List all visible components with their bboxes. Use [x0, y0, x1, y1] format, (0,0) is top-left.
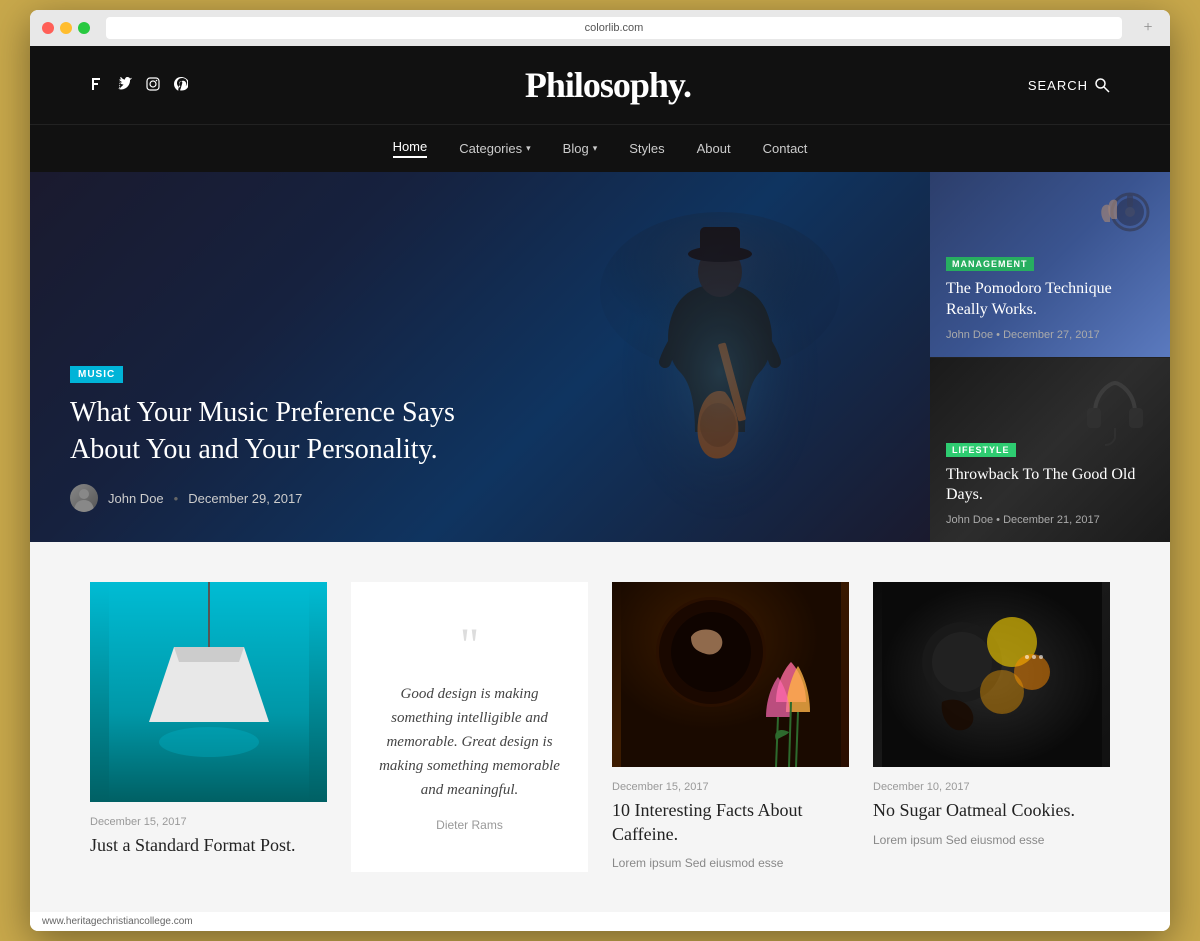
site-title: Philosophy.	[525, 64, 691, 106]
lamp-image	[90, 582, 327, 802]
post-cookies[interactable]: December 10, 2017 No Sugar Oatmeal Cooki…	[873, 582, 1110, 872]
sidebar-card-pomodoro[interactable]: MANAGEMENT The Pomodoro Technique Really…	[930, 172, 1170, 358]
quote-text: Good design is making something intellig…	[371, 682, 568, 802]
hero-date: December 29, 2017	[188, 491, 302, 506]
pomodoro-title: The Pomodoro Technique Really Works.	[946, 279, 1154, 321]
site-nav: Home Categories ▾ Blog ▾ Styles About Co…	[30, 124, 1170, 172]
pomodoro-date: December 27, 2017	[1003, 329, 1100, 341]
sidebar-card-throwback[interactable]: LIFESTYLE Throwback To The Good Old Days…	[930, 358, 1170, 543]
post-quote: " Good design is making something intell…	[351, 582, 588, 872]
nav-home[interactable]: Home	[393, 139, 428, 158]
throwback-date: December 21, 2017	[1003, 514, 1100, 526]
throwback-author: John Doe	[946, 514, 993, 526]
lamp-post-title: Just a Standard Format Post.	[90, 834, 327, 857]
quote-author: Dieter Rams	[436, 818, 503, 832]
hero-meta: John Doe • December 29, 2017	[70, 484, 910, 512]
categories-arrow: ▾	[526, 143, 531, 154]
post-caffeine[interactable]: December 15, 2017 10 Interesting Facts A…	[612, 582, 849, 872]
nav-contact[interactable]: Contact	[763, 139, 808, 158]
search-label: SEARCH	[1028, 78, 1088, 93]
browser-window: colorlib.com + Philosophy. SEARCH	[30, 10, 1170, 931]
nav-blog[interactable]: Blog ▾	[563, 139, 598, 158]
search-area[interactable]: SEARCH	[1028, 77, 1110, 93]
caffeine-post-date: December 15, 2017	[612, 781, 849, 793]
nav-about[interactable]: About	[697, 139, 731, 158]
hero-section: MUSIC What Your Music Preference Says Ab…	[30, 172, 1170, 542]
pinterest-icon[interactable]	[174, 77, 188, 94]
caffeine-post-title: 10 Interesting Facts About Caffeine.	[612, 799, 849, 846]
lamp-post-date: December 15, 2017	[90, 816, 327, 828]
close-button[interactable]	[42, 22, 54, 34]
site-header: Philosophy. SEARCH	[30, 46, 1170, 124]
social-icons	[90, 77, 188, 94]
card-content-pomodoro: MANAGEMENT The Pomodoro Technique Really…	[946, 254, 1154, 341]
pomodoro-author: John Doe	[946, 329, 993, 341]
hero-sidebar: MANAGEMENT The Pomodoro Technique Really…	[930, 172, 1170, 542]
dark-food-image	[873, 582, 1110, 767]
music-badge[interactable]: MUSIC	[70, 366, 123, 383]
pomodoro-decoration	[1085, 187, 1155, 252]
footer-url: www.heritagechristiancollege.com	[42, 916, 193, 927]
nav-categories[interactable]: Categories ▾	[459, 139, 530, 158]
hero-author: John Doe	[108, 491, 164, 506]
management-badge: MANAGEMENT	[946, 257, 1034, 271]
hero-content: MUSIC What Your Music Preference Says Ab…	[70, 364, 910, 512]
maximize-button[interactable]	[78, 22, 90, 34]
facebook-icon[interactable]	[90, 77, 104, 94]
instagram-icon[interactable]	[146, 77, 160, 94]
address-bar[interactable]: colorlib.com	[106, 17, 1122, 39]
cookies-post-excerpt: Lorem ipsum Sed eiusmod esse	[873, 831, 1110, 849]
throwback-title: Throwback To The Good Old Days.	[946, 465, 1154, 507]
hero-main[interactable]: MUSIC What Your Music Preference Says Ab…	[30, 172, 930, 542]
status-bar: www.heritagechristiancollege.com	[30, 912, 1170, 931]
cookies-post-title: No Sugar Oatmeal Cookies.	[873, 799, 1110, 822]
quote-mark: "	[460, 622, 480, 670]
throwback-meta: John Doe • December 21, 2017	[946, 514, 1154, 526]
dot-separator: •	[174, 491, 179, 506]
coffee-image	[612, 582, 849, 767]
caffeine-post-excerpt: Lorem ipsum Sed eiusmod esse	[612, 854, 849, 872]
minimize-button[interactable]	[60, 22, 72, 34]
blog-arrow: ▾	[593, 143, 598, 154]
hero-title[interactable]: What Your Music Preference Says About Yo…	[70, 395, 470, 468]
nav-styles[interactable]: Styles	[629, 139, 664, 158]
pomodoro-meta: John Doe • December 27, 2017	[946, 329, 1154, 341]
new-tab-button[interactable]: +	[1138, 18, 1158, 38]
browser-chrome: colorlib.com +	[30, 10, 1170, 46]
search-icon	[1094, 77, 1110, 93]
hero-avatar	[70, 484, 98, 512]
url-text: colorlib.com	[585, 22, 644, 34]
card-content-throwback: LIFESTYLE Throwback To The Good Old Days…	[946, 440, 1154, 527]
posts-grid: December 15, 2017 Just a Standard Format…	[90, 582, 1110, 872]
posts-section: December 15, 2017 Just a Standard Format…	[30, 542, 1170, 912]
cookies-post-date: December 10, 2017	[873, 781, 1110, 793]
post-lamp[interactable]: December 15, 2017 Just a Standard Format…	[90, 582, 327, 872]
twitter-icon[interactable]	[118, 77, 132, 94]
lifestyle-badge: LIFESTYLE	[946, 443, 1016, 457]
